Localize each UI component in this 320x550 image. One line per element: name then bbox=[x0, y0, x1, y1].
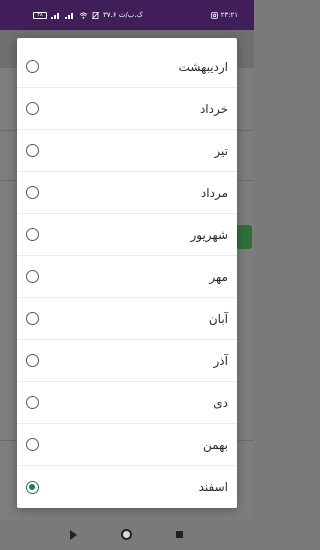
option-ordibehesht[interactable]: اردیبهشت bbox=[17, 46, 237, 88]
option-khordad[interactable]: خرداد bbox=[17, 88, 237, 130]
recent-apps-icon[interactable] bbox=[176, 531, 183, 538]
option-azar[interactable]: آذر bbox=[17, 340, 237, 382]
network-speed: ۳۷.۶ ک.ب/ث bbox=[103, 11, 143, 19]
option-label: تیر bbox=[214, 143, 228, 158]
radio-icon[interactable] bbox=[26, 186, 39, 199]
option-aban[interactable]: آبان bbox=[17, 298, 237, 340]
option-label: خرداد bbox=[199, 101, 228, 116]
option-dey[interactable]: دی bbox=[17, 382, 237, 424]
background-button bbox=[236, 225, 252, 249]
status-bar-left: ۴۸ ۳۷.۶ ک.ب/ث bbox=[33, 11, 143, 19]
option-label: شهریور bbox=[190, 227, 228, 242]
radio-icon[interactable] bbox=[26, 396, 39, 409]
option-bahman[interactable]: بهمن bbox=[17, 424, 237, 466]
option-label: مهر bbox=[209, 269, 228, 284]
radio-icon[interactable] bbox=[26, 228, 39, 241]
month-picker-dialog: اردیبهشت خرداد تیر مرداد شهریور مهر آبان… bbox=[17, 38, 237, 508]
option-mordad[interactable]: مرداد bbox=[17, 172, 237, 214]
signal-2-icon bbox=[65, 12, 75, 19]
signal-icon bbox=[51, 12, 61, 19]
navigation-bar bbox=[0, 520, 254, 550]
option-label: مرداد bbox=[200, 185, 228, 200]
no-sim-icon bbox=[92, 11, 99, 19]
radio-icon[interactable] bbox=[26, 144, 39, 157]
option-label: بهمن bbox=[203, 437, 228, 452]
status-bar: ۴۸ ۳۷.۶ ک.ب/ث ۲۳:۲۱ bbox=[0, 0, 254, 30]
radio-icon[interactable] bbox=[26, 270, 39, 283]
radio-checked-icon[interactable] bbox=[26, 480, 39, 494]
option-label: آذر bbox=[213, 353, 228, 368]
option-shahrivar[interactable]: شهریور bbox=[17, 214, 237, 256]
option-label: اسفند bbox=[198, 480, 228, 494]
option-mehr[interactable]: مهر bbox=[17, 256, 237, 298]
option-esfand[interactable]: اسفند bbox=[17, 466, 237, 508]
radio-icon[interactable] bbox=[26, 102, 39, 115]
radio-icon[interactable] bbox=[26, 354, 39, 367]
radio-icon[interactable] bbox=[26, 60, 39, 73]
option-label: اردیبهشت bbox=[178, 59, 228, 74]
battery-icon: ۴۸ bbox=[33, 11, 47, 19]
option-tir[interactable]: تیر bbox=[17, 130, 237, 172]
home-icon[interactable] bbox=[121, 529, 132, 540]
clock: ۲۳:۲۱ bbox=[220, 11, 238, 19]
status-bar-right: ۲۳:۲۱ bbox=[210, 11, 238, 19]
option-label: دی bbox=[213, 395, 228, 410]
option-label: آبان bbox=[208, 311, 228, 326]
back-icon[interactable] bbox=[70, 530, 77, 540]
radio-icon[interactable] bbox=[26, 312, 39, 325]
wifi-icon bbox=[79, 11, 88, 19]
instagram-icon bbox=[210, 11, 218, 19]
radio-icon[interactable] bbox=[26, 438, 39, 451]
